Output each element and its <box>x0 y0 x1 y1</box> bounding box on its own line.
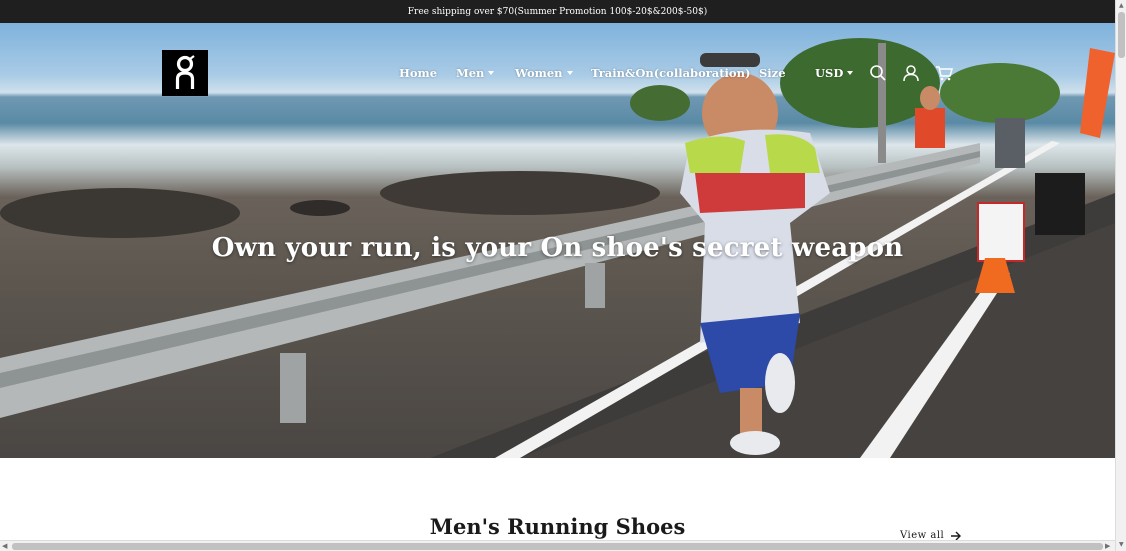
scroll-down-icon[interactable]: ▼ <box>1119 541 1124 548</box>
arrow-right-icon <box>951 531 962 540</box>
vertical-scroll-thumb[interactable] <box>1118 12 1125 58</box>
nav-train-on-collaboration[interactable]: Train&On(collaboration) <box>591 63 750 83</box>
currency-selector[interactable]: USD <box>815 63 854 83</box>
account-icon[interactable] <box>902 64 920 82</box>
chevron-down-icon <box>488 71 495 75</box>
hero-headline: Own your run, is your On shoe's secret w… <box>211 233 904 263</box>
announcement-bar: Free shipping over $70(Summer Promotion … <box>0 0 1115 23</box>
nav-home[interactable]: Home <box>399 63 437 83</box>
nav-women[interactable]: Women <box>515 63 573 83</box>
nav-men[interactable]: Men <box>456 63 495 83</box>
nav-size[interactable]: Size <box>759 63 786 83</box>
scroll-left-icon[interactable]: ◀ <box>2 542 7 550</box>
announcement-text: Free shipping over $70(Summer Promotion … <box>407 6 708 17</box>
cart-icon[interactable] <box>935 64 953 82</box>
horizontal-scroll-thumb[interactable] <box>12 543 1103 550</box>
scroll-up-icon[interactable]: ▲ <box>1119 2 1124 9</box>
vertical-scrollbar[interactable]: ▲ ▼ <box>1115 0 1126 551</box>
scroll-right-icon[interactable]: ▶ <box>1105 542 1110 550</box>
hero-banner[interactable]: Home Men Women Train&On(collaboration) S… <box>0 23 1115 458</box>
chevron-down-icon <box>847 71 854 75</box>
chevron-down-icon <box>566 71 573 75</box>
horizontal-scrollbar[interactable]: ◀ ▶ <box>0 540 1115 551</box>
search-icon[interactable] <box>869 64 887 82</box>
